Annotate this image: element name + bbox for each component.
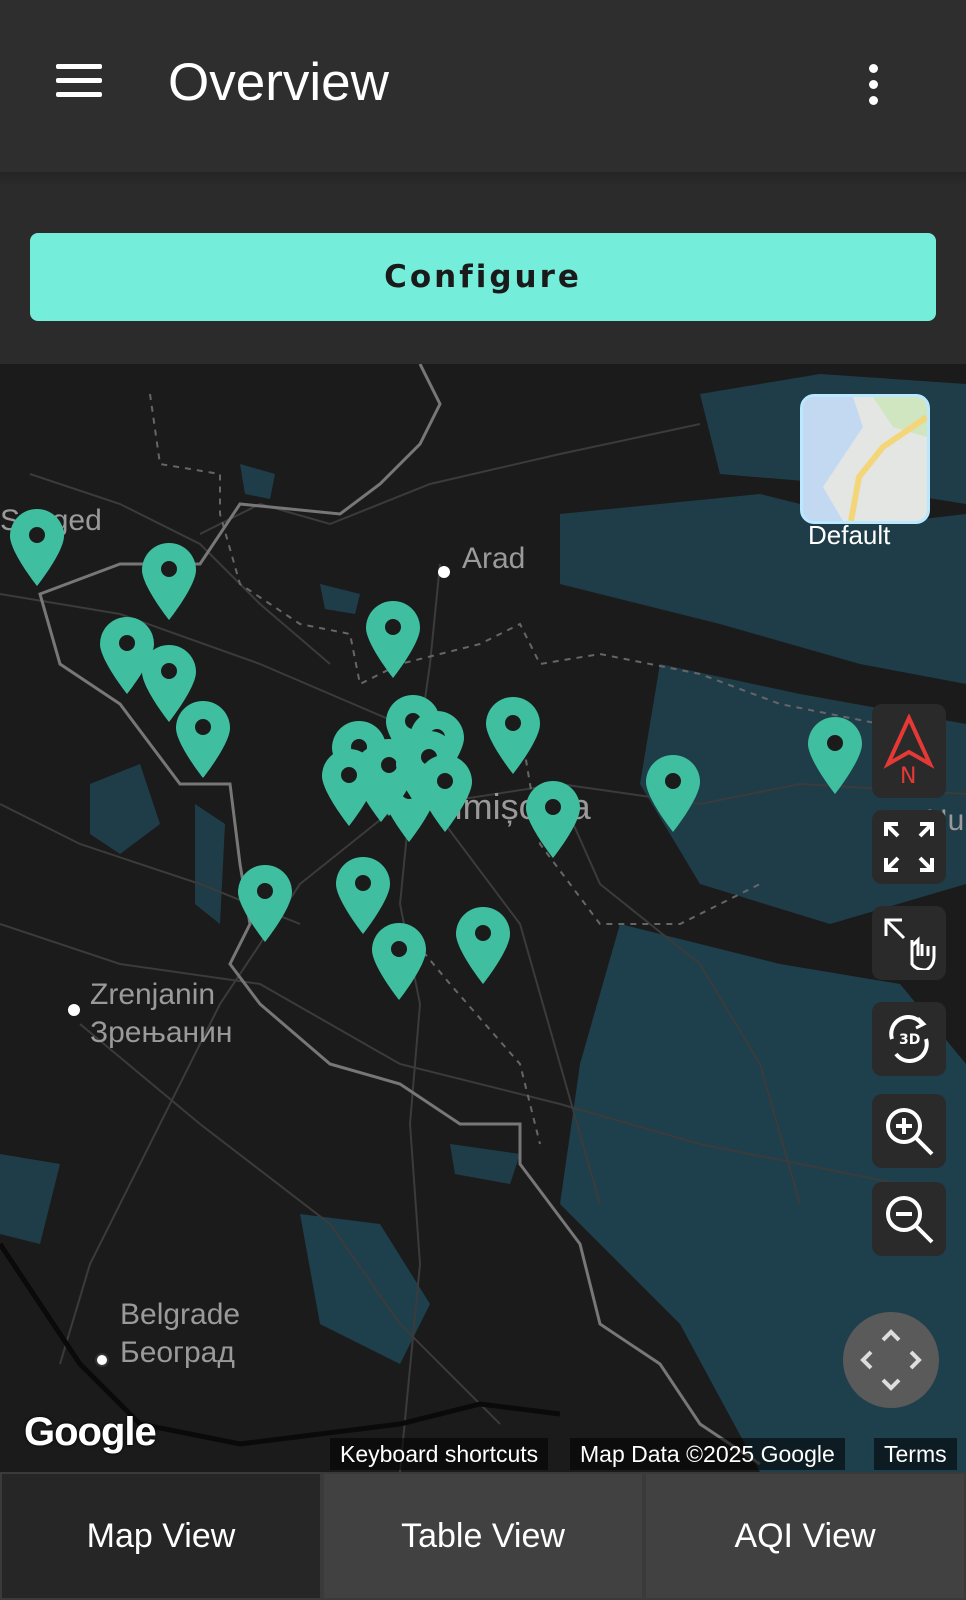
map-pin-icon[interactable] — [644, 754, 702, 834]
map-pin-icon[interactable] — [484, 696, 542, 776]
tab-map-view[interactable]: Map View — [0, 1472, 322, 1600]
rotate-3d-icon: 3D — [889, 1015, 929, 1063]
tab-aqi-view[interactable]: AQI View — [644, 1472, 966, 1600]
menu-icon[interactable] — [56, 64, 102, 104]
map-pin-icon[interactable] — [8, 508, 66, 588]
map-pin-icon[interactable] — [236, 864, 294, 944]
recenter-button[interactable] — [843, 1312, 939, 1408]
map-data-attribution: Map Data ©2025 Google — [570, 1438, 845, 1470]
zoom-out-icon — [886, 1196, 934, 1244]
gesture-icon — [884, 918, 936, 970]
zoom-out-button[interactable] — [872, 1182, 946, 1256]
compass-button[interactable]: N — [872, 704, 946, 798]
map-pin-icon[interactable] — [140, 542, 198, 622]
zoom-in-button[interactable] — [872, 1094, 946, 1168]
google-logo: Google — [24, 1410, 157, 1454]
app-bar: Overview — [0, 0, 966, 172]
keyboard-shortcuts-link[interactable]: Keyboard shortcuts — [330, 1438, 549, 1470]
map-layer-button[interactable] — [800, 394, 930, 524]
rotate-3d-button[interactable]: 3D — [872, 1002, 946, 1076]
zoom-in-icon — [886, 1108, 934, 1156]
configure-button[interactable]: Configure — [30, 233, 936, 321]
place-label-zrenjanin: Zrenjanin — [90, 978, 216, 1011]
place-label-arad: Arad — [462, 542, 526, 575]
map-pin-icon[interactable] — [454, 906, 512, 986]
app-bar-shadow — [0, 172, 966, 186]
page-title: Overview — [168, 53, 389, 112]
place-label-zrenjanin-cyr: Зрењанин — [90, 1016, 233, 1049]
map-pin-icon[interactable] — [416, 754, 474, 834]
map-view[interactable]: Szeged Arad Timișoara Zrenjanin Зрењанин… — [0, 364, 966, 1472]
more-vert-icon[interactable] — [860, 64, 886, 108]
map-pin-icon[interactable] — [174, 700, 232, 780]
terms-link[interactable]: Terms — [874, 1438, 957, 1470]
move-arrows-icon — [860, 1329, 922, 1391]
place-label-belgrade-cyr: Београд — [120, 1336, 235, 1369]
map-pin-icon[interactable] — [806, 716, 864, 796]
fullscreen-icon — [884, 822, 934, 872]
svg-text:3D: 3D — [899, 1032, 920, 1048]
map-pin-icon[interactable] — [364, 600, 422, 680]
fullscreen-button[interactable] — [872, 810, 946, 884]
bottom-nav: Map View Table View AQI View — [0, 1472, 966, 1600]
map-layer-label: Default — [808, 520, 891, 550]
gesture-button[interactable] — [872, 906, 946, 980]
tab-table-view[interactable]: Table View — [322, 1472, 644, 1600]
compass-n-label: N — [900, 764, 917, 789]
map-pin-icon[interactable] — [370, 922, 428, 1002]
map-thumbnail-icon — [803, 397, 927, 521]
map-pin-icon[interactable] — [524, 780, 582, 860]
place-label-belgrade: Belgrade — [120, 1298, 241, 1331]
